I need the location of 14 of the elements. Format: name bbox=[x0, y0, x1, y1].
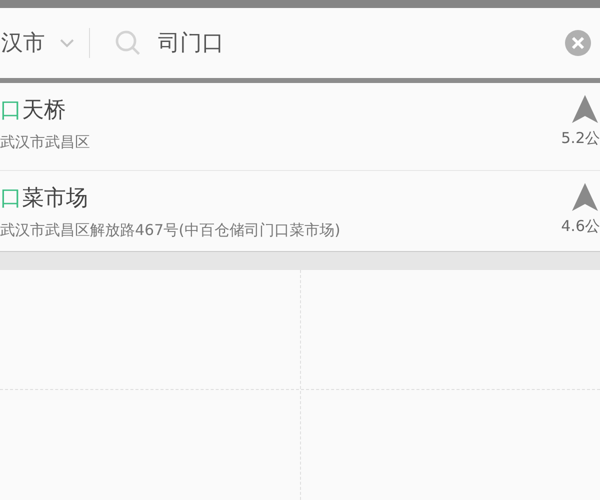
search-icon bbox=[114, 29, 142, 57]
city-selector[interactable]: 汉市 bbox=[1, 28, 45, 58]
distance-label: 5.2公 bbox=[561, 129, 600, 148]
place-address: 武汉市武昌区解放路467号(中百仓储司门口菜市场) bbox=[0, 221, 340, 240]
result-row[interactable]: 口 天桥 武汉市武昌区 5.2公 bbox=[0, 83, 600, 171]
clear-icon[interactable] bbox=[564, 29, 592, 57]
place-address: 武汉市武昌区 bbox=[0, 133, 90, 152]
search-field[interactable]: 司门口 bbox=[158, 30, 564, 56]
chevron-down-icon[interactable] bbox=[59, 38, 75, 48]
distance-label: 4.6公 bbox=[561, 217, 600, 236]
navigation-arrow-icon[interactable] bbox=[572, 183, 598, 211]
navigation-arrow-icon[interactable] bbox=[572, 95, 598, 123]
place-name: 口菜市场 bbox=[0, 185, 89, 213]
place-name: 口 天桥 bbox=[0, 97, 67, 125]
